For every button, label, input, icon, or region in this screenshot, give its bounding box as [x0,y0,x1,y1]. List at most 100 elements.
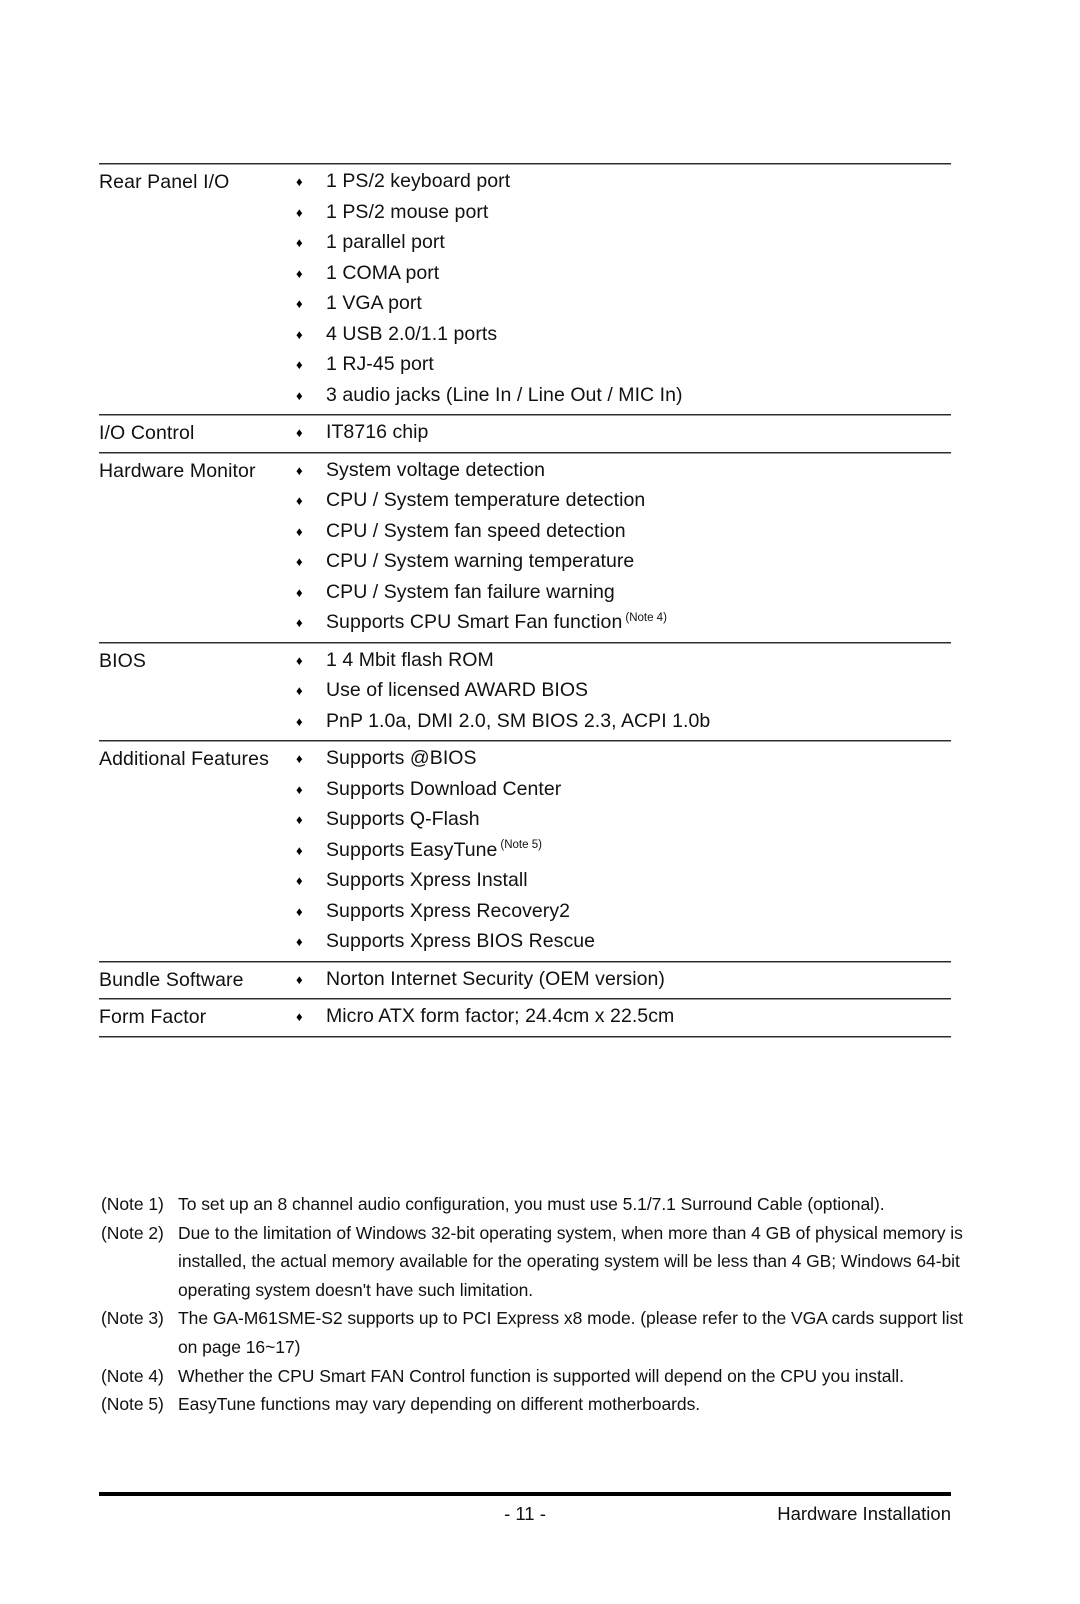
spec-item-text: Supports Xpress Install [326,866,951,896]
diamond-bullet-icon: ♦ [296,235,303,250]
spec-row-label: Rear Panel I/O [99,171,230,193]
spec-item-label: Use of licensed AWARD BIOS [326,679,589,701]
diamond-bullet-icon: ♦ [296,425,303,440]
footnote-marker: (Note 5) [500,839,542,851]
spec-row-items: ♦ IT8716 chip [296,418,951,449]
spec-item-text: Use of licensed AWARD BIOS [326,676,951,706]
spec-list-item: ♦ Supports EasyTune (Note 5) [296,836,951,867]
footnote: (Note 3) The GA-M61SME-S2 supports up to … [101,1304,971,1361]
spec-item-text: CPU / System fan speed detection [326,517,951,547]
spec-item-text: 1 RJ-45 port [326,350,951,380]
diamond-bullet-icon: ♦ [296,523,303,539]
diamond-bullet-icon: ♦ [296,174,303,189]
footer-divider [99,1492,951,1496]
spec-item-label: Supports CPU Smart Fan function [326,611,623,633]
spec-item-label: 4 USB 2.0/1.1 ports [326,322,498,345]
spec-item-label: 1 COMA port [326,261,440,284]
spec-list-item: ♦ 3 audio jacks (Line In / Line Out / MIC… [296,381,951,412]
spec-item-text: IT8716 chip [326,418,951,448]
diamond-bullet-icon: ♦ [296,934,303,949]
spec-item-text: 1 parallel port [326,228,951,258]
diamond-bullet-icon: ♦ [296,584,303,600]
spec-list-item: ♦ 1 parallel port [296,228,951,259]
diamond-bullet-icon: ♦ [296,462,303,478]
diamond-bullet-icon: ♦ [296,751,303,766]
spec-list-item: ♦ Supports Xpress Recovery2 [296,897,951,928]
spec-list-item: ♦ Supports CPU Smart Fan function (Note 4) [296,608,951,639]
spec-item-label: Norton Internet Security (OEM version) [326,967,665,990]
spec-item-text: Norton Internet Security (OEM version) [326,965,951,995]
footnotes-list: (Note 1) To set up an 8 channel audio con… [101,1190,971,1419]
footnote: (Note 4) Whether the CPU Smart FAN Contro… [101,1362,971,1391]
spec-item-label: Supports @BIOS [326,747,477,769]
spec-item-text: CPU / System warning temperature [326,547,951,577]
diamond-bullet-icon: ♦ [296,357,303,372]
spec-row-label: Form Factor [99,1006,207,1028]
spec-list-item: ♦ 1 4 Mbit flash ROM [296,646,951,677]
diamond-bullet-icon: ♦ [296,873,303,888]
diamond-bullet-icon: ♦ [296,903,303,919]
diamond-bullet-icon: ♦ [296,265,303,281]
document-page: Rear Panel I/O ♦ 1 PS/2 keyboard port ♦ 1 PS… [0,0,1080,1604]
table-row: Hardware Monitor ♦ System voltage detectio… [99,454,951,642]
spec-item-label: System voltage detection [326,458,546,481]
diamond-bullet-icon: ♦ [296,812,303,827]
footnote: (Note 5) EasyTune functions may vary depe… [101,1390,971,1419]
spec-item-text: Supports EasyTune (Note 5) [326,836,951,866]
spec-list-item: ♦ Supports Q-Flash [296,805,951,836]
spec-item-label: Micro ATX form factor; 24.4cm x 22.5cm [326,1005,675,1027]
spec-item-text: 1 PS/2 keyboard port [326,167,951,197]
spec-item-text: 4 USB 2.0/1.1 ports [326,320,951,350]
footnote-body: EasyTune functions may vary depending on… [178,1394,701,1415]
diamond-bullet-icon: ♦ [296,1009,303,1024]
diamond-bullet-icon: ♦ [296,713,303,729]
table-row: Additional Features ♦ Supports @BIOS ♦ Suppo… [99,742,951,961]
spec-item-label: Supports EasyTune [326,838,498,861]
page-footer: - 11 - Hardware Installation [99,1500,951,1530]
spec-list-item: ♦ Norton Internet Security (OEM version) [296,965,951,996]
spec-list-item: ♦ Supports Xpress Install [296,866,951,897]
spec-list-item: ♦ CPU / System fan failure warning [296,578,951,609]
spec-item-label: CPU / System fan failure warning [326,580,615,603]
spec-item-label: CPU / System fan speed detection [326,519,626,542]
spec-item-label: 1 parallel port [326,231,445,253]
spec-list-item: ♦ Supports Xpress BIOS Rescue [296,927,951,958]
spec-row-items: ♦ Norton Internet Security (OEM version) [296,965,951,996]
spec-list-item: ♦ Micro ATX form factor; 24.4cm x 22.5cm [296,1002,951,1033]
spec-item-text: CPU / System fan failure warning [326,578,951,608]
spec-list-item: ♦ 4 USB 2.0/1.1 ports [296,320,951,351]
spec-list-item: ♦ 1 PS/2 mouse port [296,198,951,229]
spec-row-items: ♦ 1 PS/2 keyboard port ♦ 1 PS/2 mouse port ♦… [296,167,951,411]
footnote-label: (Note 5) [101,1394,164,1415]
table-row: Bundle Software ♦ Norton Internet Security… [99,963,951,999]
spec-row-items: ♦ Supports @BIOS ♦ Supports Download Center… [296,744,951,958]
spec-item-text: Supports Xpress Recovery2 [326,897,951,927]
spec-row-label: Additional Features [99,748,269,770]
spec-item-text: 1 4 Mbit flash ROM [326,646,951,676]
footer-section-title: Hardware Installation [777,1503,951,1524]
diamond-bullet-icon: ♦ [296,296,303,311]
spec-item-text: Supports Xpress BIOS Rescue [326,927,951,957]
spec-list-item: ♦ CPU / System temperature detection [296,486,951,517]
diamond-bullet-icon: ♦ [296,683,303,698]
diamond-bullet-icon: ♦ [296,781,303,797]
table-body: Rear Panel I/O ♦ 1 PS/2 keyboard port ♦ 1 PS… [99,165,951,1038]
footnote-label: (Note 4) [101,1365,164,1386]
diamond-bullet-icon: ♦ [296,652,303,668]
spec-row-label: I/O Control [99,422,195,444]
footnote-label: (Note 1) [101,1194,164,1214]
spec-list-item: ♦ PnP 1.0a, DMI 2.0, SM BIOS 2.3, ACPI 1.… [296,707,951,738]
spec-list-item: ♦ Supports Download Center [296,775,951,806]
spec-item-label: 1 PS/2 keyboard port [326,170,511,192]
table-rule [99,1035,951,1038]
spec-row-items: ♦ Micro ATX form factor; 24.4cm x 22.5cm [296,1002,951,1033]
spec-item-text: 3 audio jacks (Line In / Line Out / MIC … [326,381,951,411]
spec-list-item: ♦ System voltage detection [296,456,951,487]
spec-list-item: ♦ Use of licensed AWARD BIOS [296,676,951,707]
spec-item-text: System voltage detection [326,456,951,486]
spec-row-items: ♦ 1 4 Mbit flash ROM ♦ Use of licensed AWAR… [296,646,951,738]
spec-item-label: IT8716 chip [326,421,429,443]
spec-item-label: CPU / System warning temperature [326,550,635,572]
spec-item-text: PnP 1.0a, DMI 2.0, SM BIOS 2.3, ACPI 1.0… [326,707,951,737]
diamond-bullet-icon: ♦ [296,326,303,342]
